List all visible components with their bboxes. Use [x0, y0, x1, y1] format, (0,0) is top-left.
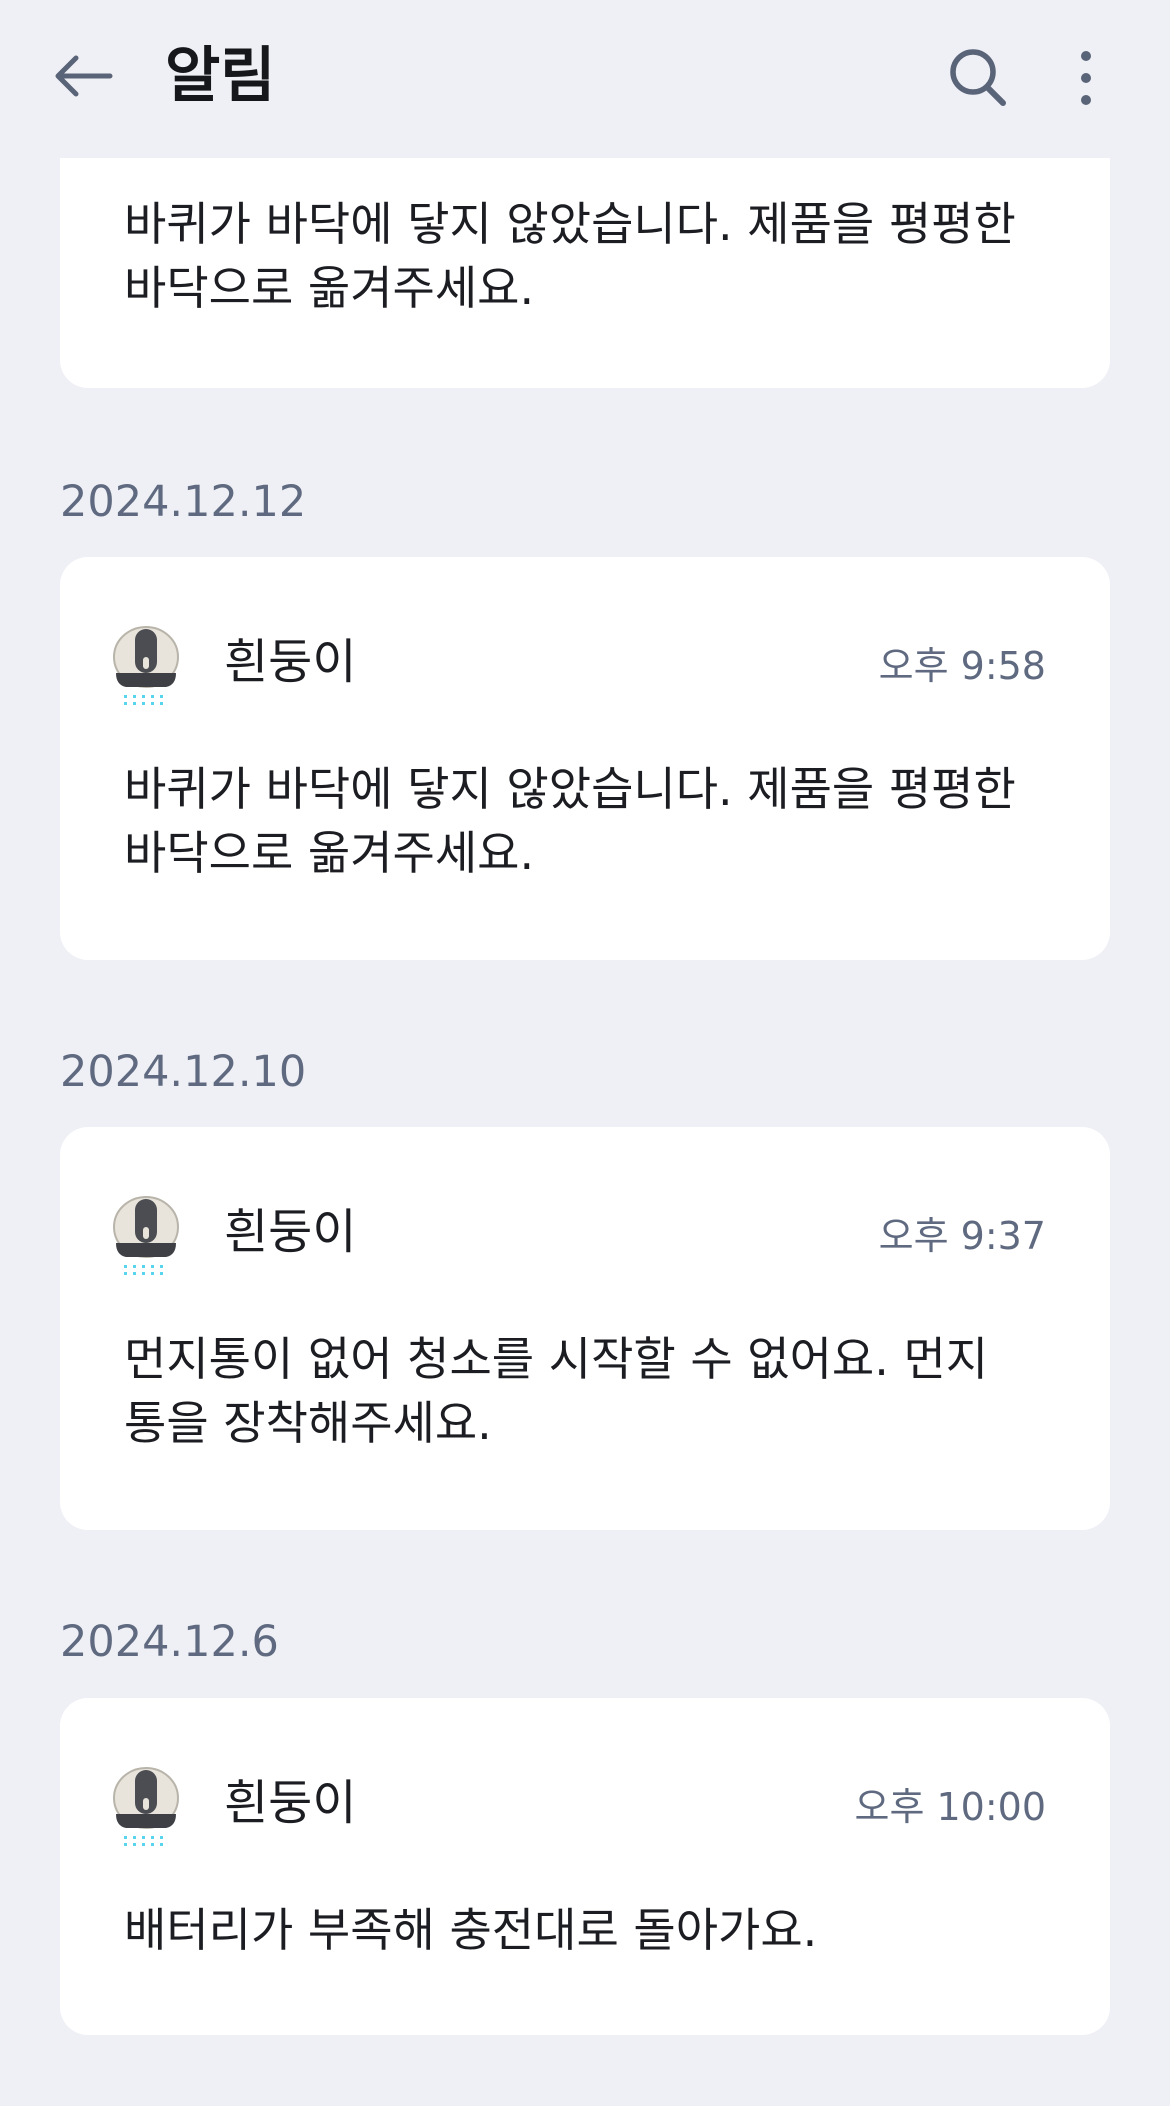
message-line: 먼지통이 없어 청소를 시작할 수 없어요. 먼지 — [124, 1332, 989, 1386]
date-header: 2024.12.12 — [60, 477, 307, 527]
message-line: 통을 장착해주세요. — [124, 1396, 492, 1450]
notification-message: 먼지통이 없어 청소를 시작할 수 없어요. 먼지 통을 장착해주세요. — [124, 1327, 1050, 1455]
notification-time: 오후 9:58 — [878, 644, 1046, 688]
notification-message: 바퀴가 바닥에 닿지 않았습니다. 제품을 평평한 바닥으로 옮겨주세요. — [124, 757, 1050, 885]
notification-time: 오후 9:37 — [878, 1214, 1046, 1258]
robot-vacuum-icon — [113, 626, 179, 705]
date-header: 2024.12.10 — [60, 1047, 307, 1097]
more-vertical-icon — [1081, 51, 1091, 105]
message-line: 배터리가 부족해 충전대로 돌아가요. — [124, 1903, 818, 1957]
notification-header: 흰둥이 오후 10:00 — [112, 1758, 1046, 1858]
device-name: 흰둥이 — [224, 634, 357, 690]
notification-message: 바퀴가 바닥에 닿지 않았습니다. 제품을 평평한 바닥으로 옮겨주세요. — [124, 192, 1050, 320]
back-button[interactable] — [52, 44, 116, 108]
notification-message: 배터리가 부족해 충전대로 돌아가요. — [124, 1898, 1050, 1962]
message-line: 바퀴가 바닥에 닿지 않았습니다. 제품을 평평한 — [124, 197, 1016, 251]
date-header: 2024.12.6 — [60, 1617, 279, 1667]
device-name: 흰둥이 — [224, 1775, 357, 1831]
notification-card[interactable]: 바퀴가 바닥에 닿지 않았습니다. 제품을 평평한 바닥으로 옮겨주세요. — [60, 158, 1110, 388]
message-line: 바퀴가 바닥에 닿지 않았습니다. 제품을 평평한 — [124, 762, 1016, 816]
arrow-left-icon — [55, 55, 113, 97]
page-title: 알림 — [165, 41, 276, 111]
notification-time: 오후 10:00 — [854, 1785, 1046, 1829]
device-name: 흰둥이 — [224, 1204, 357, 1260]
app-header: 알림 — [0, 0, 1170, 158]
notification-header: 흰둥이 오후 9:58 — [112, 617, 1046, 717]
robot-vacuum-icon — [113, 1767, 179, 1846]
search-icon — [950, 49, 1006, 106]
robot-vacuum-icon — [113, 1196, 179, 1275]
more-options-button[interactable] — [1058, 44, 1114, 112]
notification-card[interactable]: 흰둥이 오후 9:58 바퀴가 바닥에 닿지 않았습니다. 제품을 평평한 바닥… — [60, 557, 1110, 960]
notification-header: 흰둥이 오후 9:37 — [112, 1187, 1046, 1287]
notification-list[interactable]: 바퀴가 바닥에 닿지 않았습니다. 제품을 평평한 바닥으로 옮겨주세요. 20… — [0, 158, 1170, 2106]
message-line: 바닥으로 옮겨주세요. — [124, 261, 535, 315]
notification-card[interactable]: 흰둥이 오후 9:37 먼지통이 없어 청소를 시작할 수 없어요. 먼지 통을… — [60, 1127, 1110, 1530]
notification-card[interactable]: 흰둥이 오후 10:00 배터리가 부족해 충전대로 돌아가요. — [60, 1698, 1110, 2035]
message-line: 바닥으로 옮겨주세요. — [124, 826, 535, 880]
search-button[interactable] — [944, 44, 1012, 112]
